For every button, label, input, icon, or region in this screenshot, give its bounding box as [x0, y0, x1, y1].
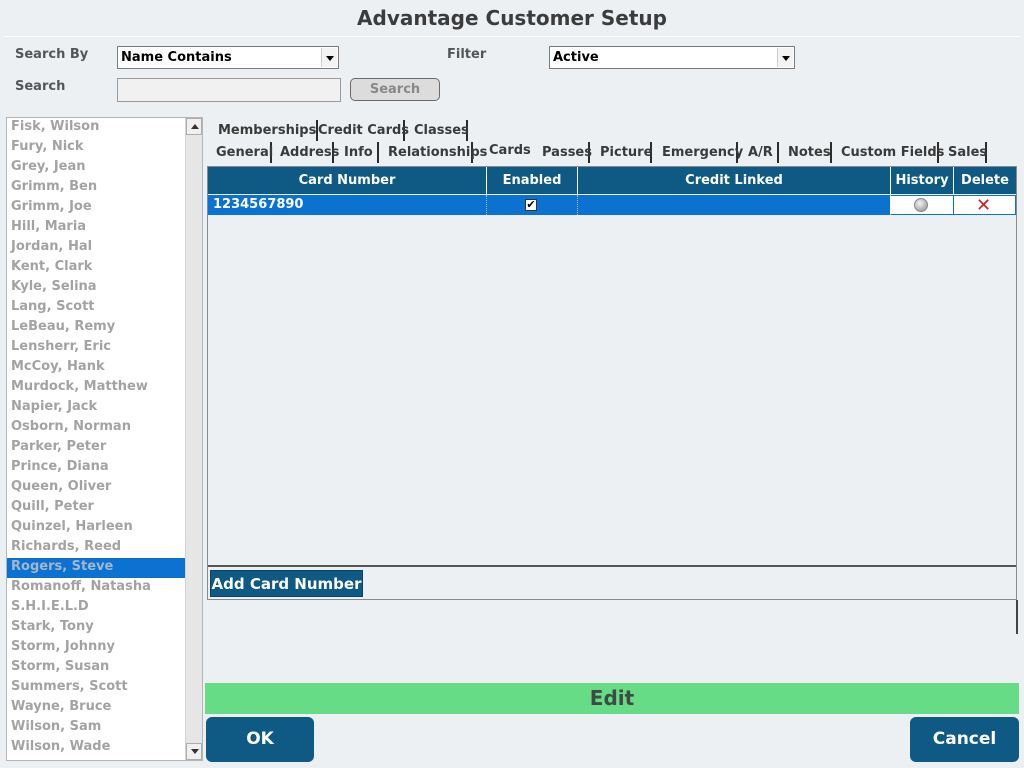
list-item[interactable]: Grimm, Ben [7, 178, 186, 198]
filter-label: Filter [447, 47, 487, 62]
list-item[interactable]: Summers, Scott [7, 678, 186, 698]
tab-sales[interactable]: Sales [940, 142, 987, 163]
list-item[interactable]: Parker, Peter [7, 438, 186, 458]
list-item[interactable]: Stark, Tony [7, 618, 186, 638]
tab-relationships[interactable]: Relationships [380, 142, 487, 163]
scroll-down-icon[interactable] [186, 743, 202, 760]
enabled-cell[interactable]: ✔ [487, 195, 578, 215]
list-item[interactable]: Lensherr, Eric [7, 338, 186, 358]
list-item[interactable]: Richards, Reed [7, 538, 186, 558]
tab-address[interactable]: Address [272, 142, 339, 163]
list-item[interactable]: Prince, Diana [7, 458, 186, 478]
list-item[interactable]: Wilson, Wade [7, 738, 186, 758]
list-item[interactable]: Murdock, Matthew [7, 378, 186, 398]
history-cell[interactable] [890, 196, 953, 214]
tab-cards[interactable]: Cards [481, 140, 532, 161]
grid-footer-divider [208, 565, 1016, 567]
delete-cell[interactable]: ✕ [954, 196, 1015, 215]
customer-list-items: Fisk, Wilson Fury, Nick Grey, Jean Grimm, B… [7, 118, 186, 758]
list-item[interactable]: Wilson, Sam [7, 718, 186, 738]
list-item[interactable]: Grey, Jean [7, 158, 186, 178]
list-item[interactable]: Storm, Johnny [7, 638, 186, 658]
cards-grid: Card Number Enabled Credit Linked Histor… [207, 166, 1017, 600]
tab-a-r[interactable]: A/R [740, 142, 779, 163]
add-card-number-button[interactable]: Add Card Number [210, 570, 363, 597]
search-by-select[interactable]: Name Contains [117, 46, 339, 69]
cancel-button[interactable]: Cancel [910, 717, 1019, 762]
list-item[interactable]: Quill, Peter [7, 498, 186, 518]
list-item[interactable]: Lang, Scott [7, 298, 186, 318]
delete-x-icon[interactable]: ✕ [976, 197, 991, 215]
header-card-number[interactable]: Card Number [208, 167, 487, 194]
list-item[interactable]: Rogers, Steve [7, 558, 186, 578]
search-button[interactable]: Search [350, 78, 440, 101]
tab-emergency[interactable]: Emergency [654, 142, 743, 163]
search-by-label: Search By [15, 47, 89, 62]
list-item[interactable]: LeBeau, Remy [7, 318, 186, 338]
header-history[interactable]: History [891, 167, 954, 194]
list-item[interactable]: Fury, Nick [7, 138, 186, 158]
table-row[interactable]: 1234567890 ✔ ✕ [208, 195, 1016, 215]
list-item[interactable]: Wayne, Bruce [7, 698, 186, 718]
list-item[interactable]: Queen, Oliver [7, 478, 186, 498]
chevron-down-icon[interactable] [777, 48, 793, 67]
list-item[interactable]: Grimm, Joe [7, 198, 186, 218]
list-item[interactable]: Osborn, Norman [7, 418, 186, 438]
window-title: Advantage Customer Setup [357, 6, 667, 30]
search-input[interactable] [117, 78, 341, 102]
header-credit-linked[interactable]: Credit Linked [578, 167, 891, 194]
tab-general[interactable]: General [208, 142, 273, 163]
list-item[interactable]: S.H.I.E.L.D [7, 598, 186, 618]
filter-select[interactable]: Active [549, 46, 795, 69]
list-item[interactable]: Kyle, Selina [7, 278, 186, 298]
list-item[interactable]: Jordan, Hal [7, 238, 186, 258]
search-label: Search [15, 79, 66, 94]
tab-info[interactable]: Info [336, 142, 379, 163]
history-circle-icon[interactable] [914, 198, 928, 212]
tab-notes[interactable]: Notes [780, 142, 832, 163]
tab-credit-cards[interactable]: Credit Cards [310, 120, 409, 141]
customer-list-scrollbar[interactable] [185, 118, 202, 760]
tab-picture[interactable]: Picture [592, 142, 652, 163]
list-item[interactable]: Romanoff, Natasha [7, 578, 186, 598]
credit-linked-cell[interactable] [578, 195, 891, 215]
chevron-down-icon[interactable] [321, 48, 337, 67]
customer-list[interactable]: Fisk, Wilson Fury, Nick Grey, Jean Grimm, B… [6, 117, 203, 761]
mode-banner: Edit [205, 683, 1019, 714]
grid-border-line [1016, 600, 1018, 634]
list-item[interactable]: McCoy, Hank [7, 358, 186, 378]
search-by-value: Name Contains [121, 50, 232, 65]
search-panel: Search By Name Contains Filter Active Se… [4, 36, 1020, 114]
enabled-checkbox[interactable]: ✔ [525, 199, 537, 211]
tab-memberships[interactable]: Memberships [210, 120, 318, 141]
cards-grid-header: Card Number Enabled Credit Linked Histor… [208, 167, 1016, 194]
filter-value: Active [553, 50, 599, 65]
header-enabled[interactable]: Enabled [487, 167, 578, 194]
list-item[interactable]: Napier, Jack [7, 398, 186, 418]
list-item[interactable]: Quinzel, Harleen [7, 518, 186, 538]
card-number-cell[interactable]: 1234567890 [208, 195, 487, 215]
header-delete[interactable]: Delete [954, 167, 1016, 194]
tab-classes[interactable]: Classes [406, 120, 469, 141]
list-item[interactable]: Storm, Susan [7, 658, 186, 678]
ok-button[interactable]: OK [206, 717, 314, 762]
list-item[interactable]: Hill, Maria [7, 218, 186, 238]
list-item[interactable]: Kent, Clark [7, 258, 186, 278]
scroll-up-icon[interactable] [186, 118, 202, 135]
tab-passes[interactable]: Passes [534, 142, 592, 163]
list-item[interactable]: Fisk, Wilson [7, 118, 186, 138]
tab-custom-fields[interactable]: Custom Fields [833, 142, 944, 163]
